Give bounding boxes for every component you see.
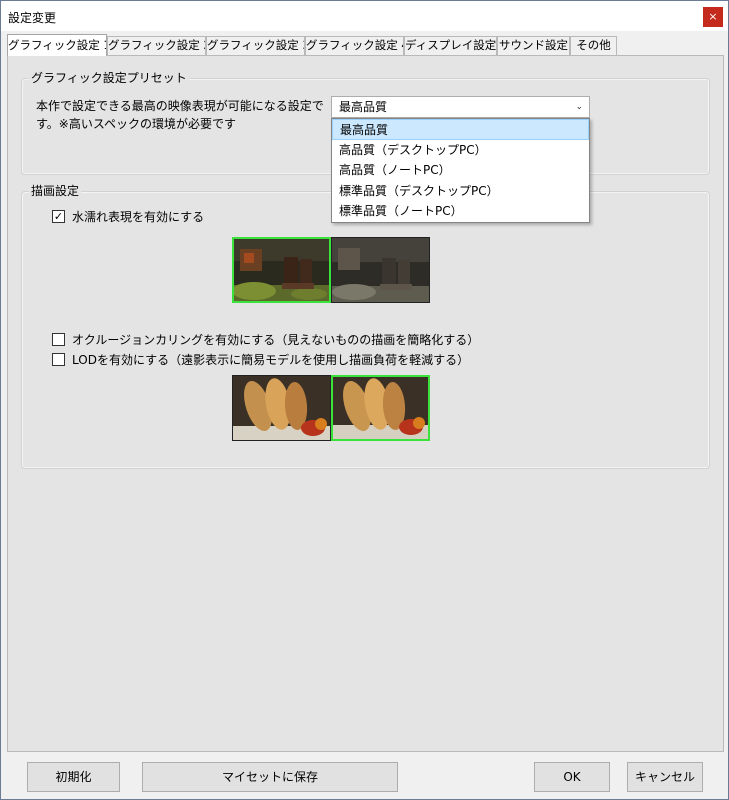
preset-option-standard-notebook[interactable]: 標準品質（ノートPC） [332, 201, 589, 222]
save-myset-button[interactable]: マイセットに保存 [142, 762, 398, 792]
lod-label: LODを有効にする（遠影表示に簡易モデルを使用し描画負荷を軽減する） [72, 353, 470, 367]
preset-group-label: グラフィック設定プリセット [29, 71, 189, 85]
ok-button[interactable]: OK [534, 762, 610, 792]
tab-sound[interactable]: サウンド設定 [497, 36, 570, 55]
chevron-down-icon: ⌄ [575, 102, 583, 112]
wet-effect-preview-on[interactable] [232, 237, 331, 303]
occlusion-culling-checkbox[interactable] [52, 333, 65, 346]
preset-dropdown-list: 最高品質 高品質（デスクトップPC） 高品質（ノートPC） 標準品質（デスクトッ… [331, 118, 590, 223]
preset-option-highest[interactable]: 最高品質 [332, 119, 589, 140]
tab-display[interactable]: ディスプレイ設定 [404, 36, 497, 55]
render-group-label: 描画設定 [29, 184, 82, 198]
tab-graphics-4[interactable]: グラフィック設定 4 [305, 36, 404, 55]
preset-description-line2: す。※高いスペックの環境が必要です [36, 117, 237, 131]
settings-window: 設定変更 × グラフィック設定 1 グラフィック設定 2 グラフィック設定 3 … [0, 0, 729, 800]
lod-checkbox[interactable] [52, 353, 65, 366]
dry-boots-image [332, 238, 429, 302]
preset-combobox[interactable]: 最高品質 ⌄ [331, 96, 590, 118]
reset-button[interactable]: 初期化 [27, 762, 120, 792]
tab-graphics-2[interactable]: グラフィック設定 2 [107, 36, 206, 55]
close-icon: × [708, 10, 718, 23]
wet-effect-preview-off[interactable] [331, 237, 430, 303]
wet-effect-checkbox[interactable]: ✓ [52, 210, 65, 223]
checkmark-icon: ✓ [53, 210, 64, 223]
preset-option-high-desktop[interactable]: 高品質（デスクトップPC） [332, 140, 589, 161]
wet-boots-image [234, 239, 329, 301]
cancel-button[interactable]: キャンセル [627, 762, 703, 792]
tab-other[interactable]: その他 [570, 36, 617, 55]
wet-effect-label: 水濡れ表現を有効にする [72, 210, 205, 224]
lod-preview-on[interactable] [331, 375, 430, 441]
preset-description-line1: 本作で設定できる最高の映像表現が可能になる設定で [36, 99, 324, 113]
occlusion-culling-label: オクルージョンカリングを有効にする（見えないものの描画を簡略化する） [72, 333, 480, 347]
lod-preview-off[interactable] [232, 375, 331, 441]
tab-graphics-3[interactable]: グラフィック設定 3 [206, 36, 305, 55]
bread-image-simplified [333, 377, 428, 439]
window-title: 設定変更 [8, 11, 57, 25]
preset-option-standard-desktop[interactable]: 標準品質（デスクトップPC） [332, 181, 589, 202]
preset-description: 本作で設定できる最高の映像表現が可能になる設定で す。※高いスペックの環境が必要… [36, 97, 324, 133]
preset-selected-value: 最高品質 [339, 100, 388, 114]
title-bar: 設定変更 × [1, 1, 728, 31]
preset-option-high-notebook[interactable]: 高品質（ノートPC） [332, 160, 589, 181]
bread-image-detailed [233, 376, 330, 440]
tab-graphics-1[interactable]: グラフィック設定 1 [7, 34, 107, 56]
close-button[interactable]: × [703, 7, 723, 27]
